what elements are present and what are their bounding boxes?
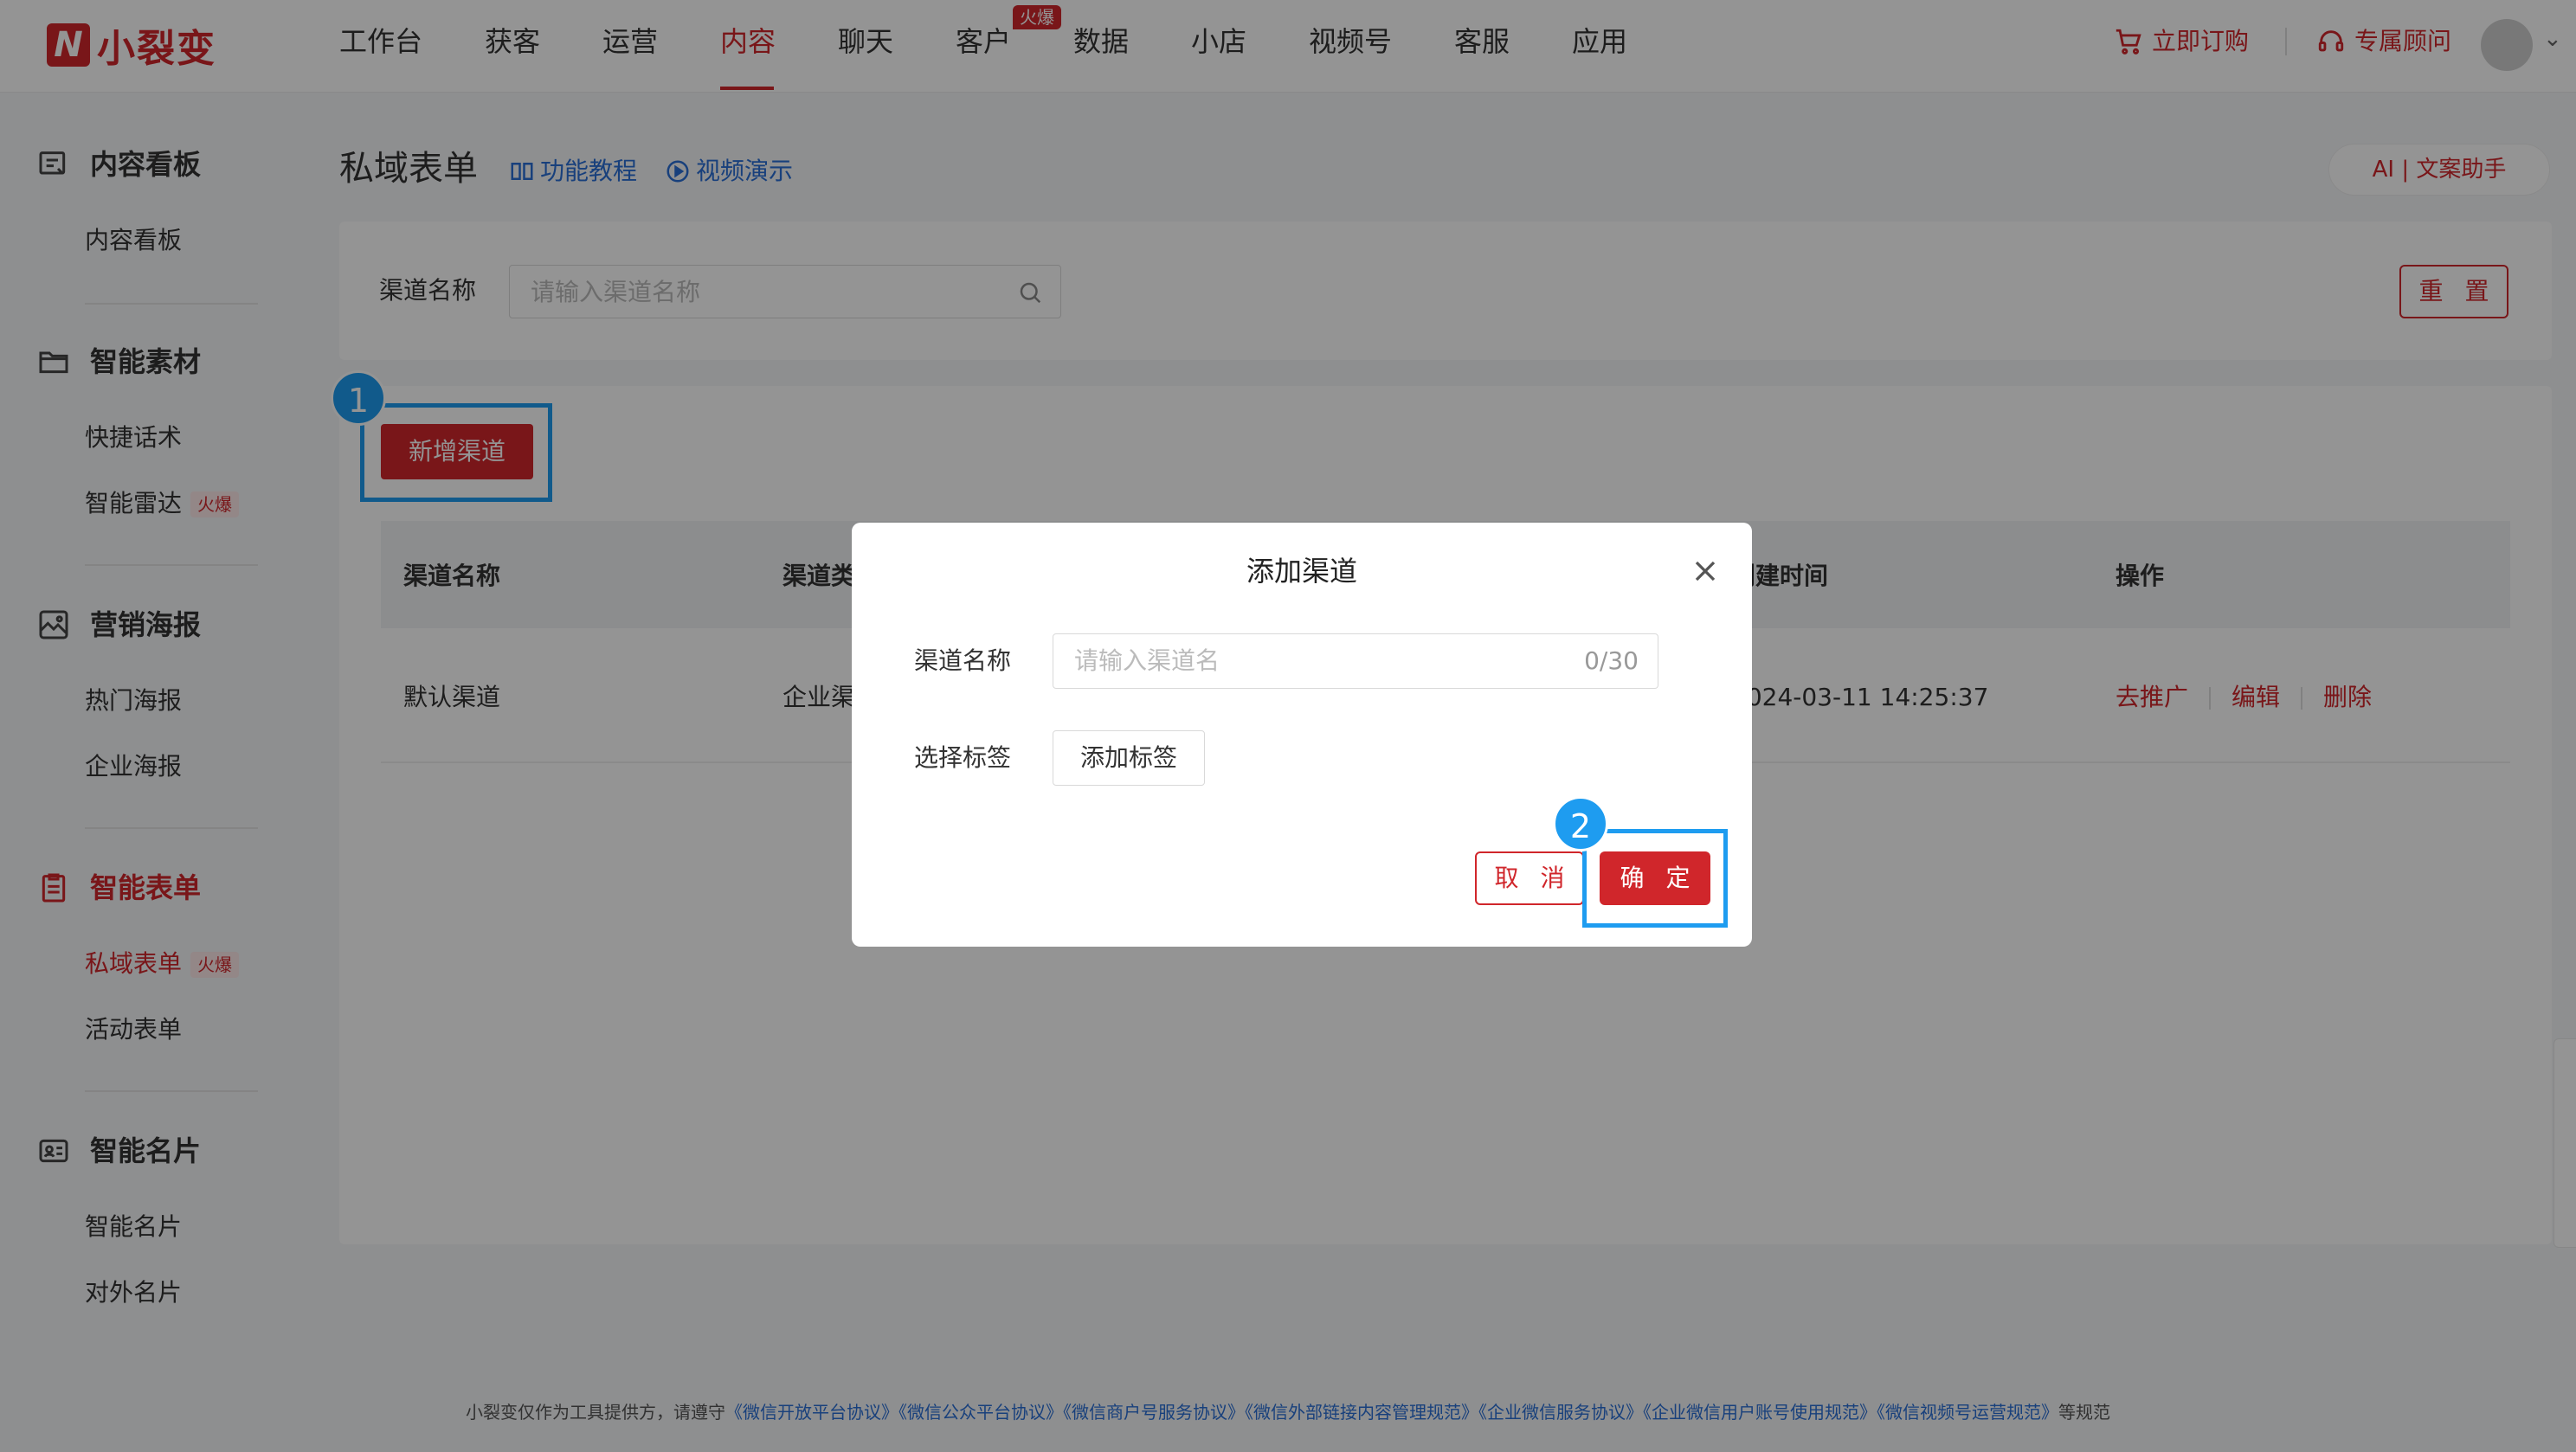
channel-name-input[interactable]: 请输入渠道名 0/30 [1053, 633, 1658, 689]
cancel-button[interactable]: 取 消 [1475, 851, 1584, 905]
channel-name-placeholder: 请输入渠道名 [1074, 646, 1220, 675]
close-icon[interactable] [1688, 554, 1723, 588]
dialog-title: 添加渠道 [1246, 555, 1357, 588]
step2-marker: 2 [1553, 796, 1608, 851]
char-count: 0/30 [1584, 646, 1639, 675]
add-tag-button[interactable]: 添加标签 [1053, 730, 1205, 786]
channel-name-label: 渠道名称 [914, 646, 1012, 675]
select-tag-label: 选择标签 [914, 743, 1012, 772]
step2-highlight [1582, 829, 1728, 928]
